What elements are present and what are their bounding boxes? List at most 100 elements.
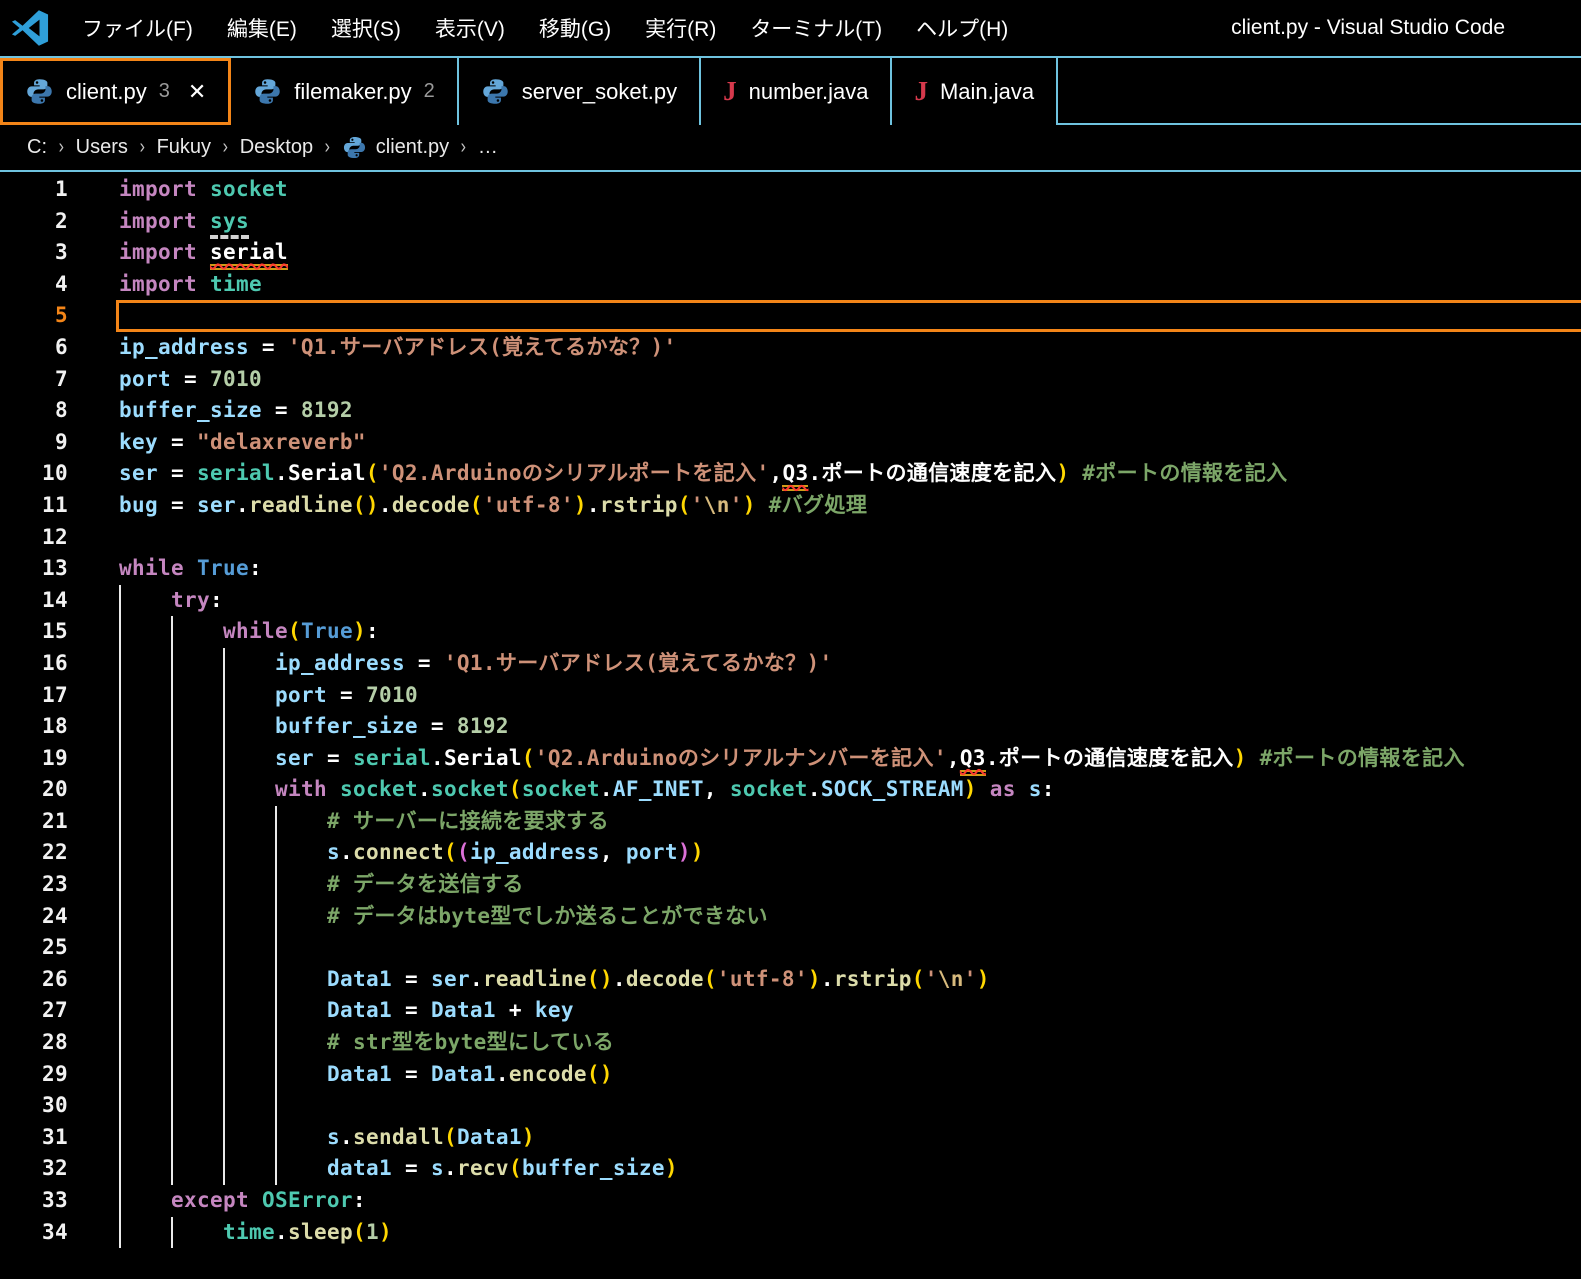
line-number[interactable]: 31: [0, 1122, 68, 1154]
line-number[interactable]: 34: [0, 1217, 68, 1249]
line-content[interactable]: # データを送信する: [119, 869, 1581, 901]
line-number[interactable]: 7: [0, 364, 68, 396]
code-line[interactable]: 13 while True:: [0, 553, 1581, 585]
line-number[interactable]: 21: [0, 806, 68, 838]
code-line[interactable]: 24 # データはbyte型でしか送ることができない: [0, 901, 1581, 933]
line-number[interactable]: 5: [0, 300, 68, 332]
line-content[interactable]: import time: [119, 269, 1581, 301]
code-line[interactable]: 7 port = 7010: [0, 364, 1581, 396]
tab-Main.java[interactable]: JMain.java: [892, 58, 1058, 125]
line-content[interactable]: port = 7010: [119, 680, 1581, 712]
tab-server_soket.py[interactable]: server_soket.py: [459, 58, 701, 125]
code-line[interactable]: 21 # サーバーに接続を要求する: [0, 806, 1581, 838]
line-number[interactable]: 2: [0, 206, 68, 238]
tab-client.py[interactable]: client.py3✕: [0, 58, 231, 125]
line-number[interactable]: 19: [0, 743, 68, 775]
code-line[interactable]: 6 ip_address = 'Q1.サーバアドレス(覚えてるかな？)': [0, 332, 1581, 364]
code-line[interactable]: 2import sys: [0, 206, 1581, 238]
line-number[interactable]: 26: [0, 964, 68, 996]
line-content[interactable]: try:: [119, 585, 1581, 617]
line-content[interactable]: [119, 932, 1581, 964]
close-icon[interactable]: ✕: [188, 79, 206, 105]
code-line[interactable]: 1 import socket: [0, 174, 1581, 206]
line-content[interactable]: [119, 522, 1581, 554]
line-content[interactable]: ip_address = 'Q1.サーバアドレス(覚えてるかな？)': [119, 648, 1581, 680]
line-content[interactable]: ip_address = 'Q1.サーバアドレス(覚えてるかな？)': [119, 332, 1581, 364]
line-number[interactable]: 16: [0, 648, 68, 680]
code-line[interactable]: 33 except OSError:: [0, 1185, 1581, 1217]
line-number[interactable]: 32: [0, 1153, 68, 1185]
code-line[interactable]: 23 # データを送信する: [0, 869, 1581, 901]
line-content[interactable]: Data1 = ser.readline().decode('utf-8').r…: [119, 964, 1581, 996]
tab-number.java[interactable]: Jnumber.java: [701, 58, 892, 125]
line-content[interactable]: import socket: [119, 174, 1581, 206]
line-content[interactable]: while True:: [119, 553, 1581, 585]
line-content[interactable]: buffer_size = 8192: [119, 395, 1581, 427]
breadcrumb-item[interactable]: Fukuy: [157, 136, 211, 159]
code-line[interactable]: 30: [0, 1090, 1581, 1122]
line-number[interactable]: 29: [0, 1059, 68, 1091]
code-line[interactable]: 29Data1 = Data1.encode(): [0, 1059, 1581, 1091]
line-number[interactable]: 12: [0, 522, 68, 554]
line-content[interactable]: key = "delaxreverb": [119, 427, 1581, 459]
code-line[interactable]: 34time.sleep(1): [0, 1217, 1581, 1249]
line-number[interactable]: 4: [0, 269, 68, 301]
line-number[interactable]: 28: [0, 1027, 68, 1059]
line-content[interactable]: except OSError:: [119, 1185, 1581, 1217]
line-content[interactable]: import serial: [119, 237, 1581, 269]
line-content[interactable]: [119, 1090, 1581, 1122]
code-line[interactable]: 10 ser = serial.Serial('Q2.Arduinoのシリアルポー…: [0, 458, 1581, 490]
code-line[interactable]: 32 data1 = s.recv(buffer_size): [0, 1153, 1581, 1185]
code-line[interactable]: 16 ip_address = 'Q1.サーバアドレス(覚えてるかな？)': [0, 648, 1581, 680]
line-number[interactable]: 8: [0, 395, 68, 427]
line-content[interactable]: with socket.socket(socket.AF_INET, socke…: [119, 774, 1581, 806]
breadcrumb-item[interactable]: Users: [76, 136, 128, 159]
line-content[interactable]: Data1 = Data1 + key: [119, 995, 1581, 1027]
menu-item[interactable]: 表示(V): [418, 0, 522, 56]
menu-item[interactable]: 選択(S): [314, 0, 418, 56]
breadcrumb-item[interactable]: C:: [27, 136, 47, 159]
line-content[interactable]: # サーバーに接続を要求する: [119, 806, 1581, 838]
line-number[interactable]: 13: [0, 553, 68, 585]
line-content[interactable]: s.sendall(Data1): [119, 1122, 1581, 1154]
line-content[interactable]: buffer_size = 8192: [119, 711, 1581, 743]
line-number[interactable]: 14: [0, 585, 68, 617]
line-number[interactable]: 33: [0, 1185, 68, 1217]
line-content[interactable]: # データはbyte型でしか送ることができない: [119, 901, 1581, 933]
line-number[interactable]: 24: [0, 901, 68, 933]
line-content[interactable]: port = 7010: [119, 364, 1581, 396]
code-line[interactable]: 11bug = ser.readline().decode('utf-8').r…: [0, 490, 1581, 522]
line-number[interactable]: 1: [0, 174, 68, 206]
menu-item[interactable]: ヘルプ(H): [899, 0, 1025, 56]
code-line[interactable]: 4 import time: [0, 269, 1581, 301]
line-content[interactable]: [116, 300, 1581, 332]
line-content[interactable]: bug = ser.readline().decode('utf-8').rst…: [119, 490, 1581, 522]
menu-item[interactable]: ファイル(F): [65, 0, 210, 56]
line-number[interactable]: 18: [0, 711, 68, 743]
line-content[interactable]: data1 = s.recv(buffer_size): [119, 1153, 1581, 1185]
breadcrumb-item[interactable]: Desktop: [240, 136, 313, 159]
line-number[interactable]: 20: [0, 774, 68, 806]
code-line[interactable]: 27Data1 = Data1 + key: [0, 995, 1581, 1027]
code-line[interactable]: 31 s.sendall(Data1): [0, 1122, 1581, 1154]
code-line[interactable]: 26 Data1 = ser.readline().decode('utf-8')…: [0, 964, 1581, 996]
code-line[interactable]: 15while(True):: [0, 616, 1581, 648]
code-line[interactable]: 22 s.connect((ip_address, port)): [0, 837, 1581, 869]
line-number[interactable]: 9: [0, 427, 68, 459]
line-content[interactable]: ser = serial.Serial('Q2.Arduinoのシリアルポートを…: [119, 458, 1581, 490]
line-number[interactable]: 22: [0, 837, 68, 869]
code-line[interactable]: 20 with socket.socket(socket.AF_INET, soc…: [0, 774, 1581, 806]
menu-item[interactable]: 実行(R): [628, 0, 733, 56]
menu-item[interactable]: 移動(G): [522, 0, 628, 56]
line-number[interactable]: 23: [0, 869, 68, 901]
code-line[interactable]: 5: [0, 300, 1581, 332]
line-number[interactable]: 6: [0, 332, 68, 364]
line-content[interactable]: # str型をbyte型にしている: [119, 1027, 1581, 1059]
line-number[interactable]: 17: [0, 680, 68, 712]
line-number[interactable]: 10: [0, 458, 68, 490]
menu-item[interactable]: 編集(E): [210, 0, 314, 56]
line-number[interactable]: 3: [0, 237, 68, 269]
line-content[interactable]: s.connect((ip_address, port)): [119, 837, 1581, 869]
line-content[interactable]: while(True):: [119, 616, 1581, 648]
code-line[interactable]: 8 buffer_size = 8192: [0, 395, 1581, 427]
